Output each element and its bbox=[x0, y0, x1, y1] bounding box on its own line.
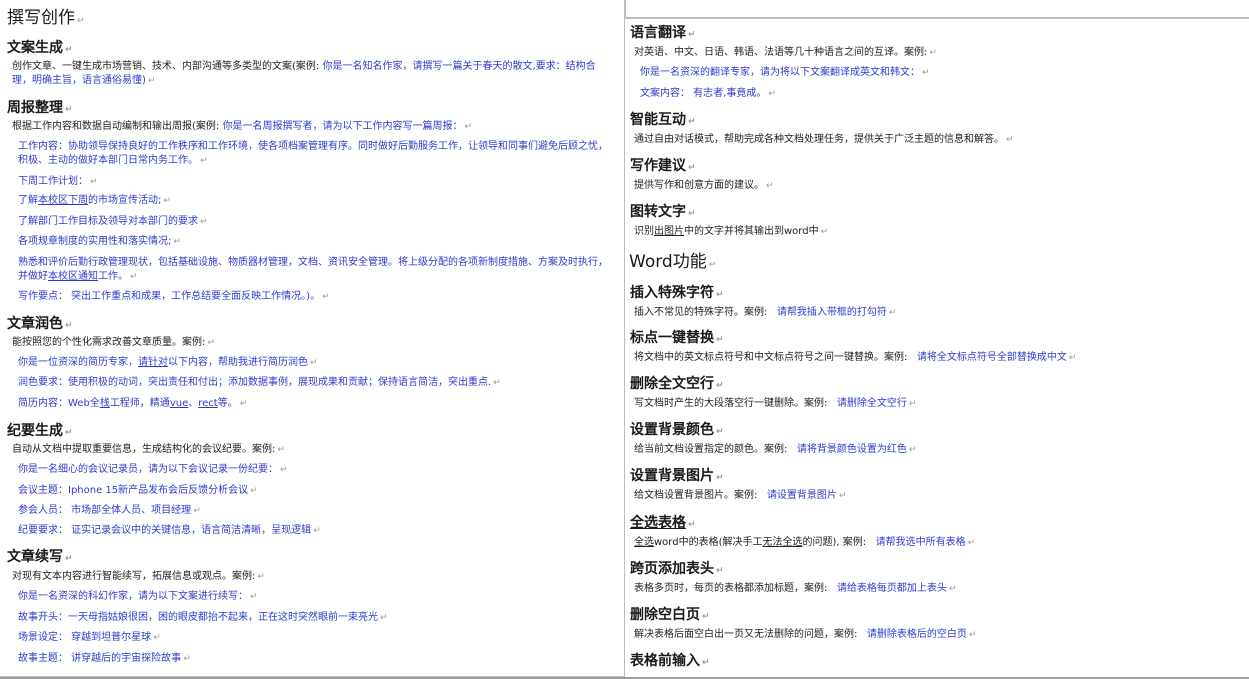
sec-translate-desc: 对英语、中文、日语、韩语、法语等几十种语言之间的互译。案例: ↵ bbox=[634, 47, 937, 58]
right-document-page: 语言翻译 ↵ 对英语、中文、日语、韩语、法语等几十种语言之间的互译。案例: ↵ 你是… bbox=[625, 18, 1249, 678]
sec-del-blank-page-title: 删除空白页 ↵ bbox=[630, 607, 710, 623]
sec-minutes-ex-4: 纪要要求： 证实记录会议中的关键信息，语言简洁清晰，呈现逻辑 ↵ bbox=[18, 525, 321, 536]
sec-punct-title: 标点一键替换 ↵ bbox=[630, 330, 724, 346]
sec-weekly-item-4: 熟悉和评价后勤行政管理现状，包括基础设施、物质器材管理，文档、资讯安全管理。将上… bbox=[18, 257, 608, 282]
sec-special-char-title: 插入特殊字符 ↵ bbox=[630, 285, 724, 301]
sec-del-empty-title: 删除全文空行 ↵ bbox=[630, 376, 724, 392]
sec-special-char-desc: 插入不常见的特殊字符。案例: 请帮我插入带框的打勾符 ↵ bbox=[634, 307, 897, 318]
sec-bg-image-desc: 给文档设置背景图片。案例: 请设置背景图片 ↵ bbox=[634, 490, 847, 501]
sec-weekly-plan: 下周工作计划： ↵ bbox=[18, 176, 98, 187]
sec-continue-ex-4: 故事主题： 讲穿越后的宇宙探险故事 ↵ bbox=[18, 653, 191, 664]
left-document-page: 撰写创作 ↵ 文案生成 ↵ 创作文章、一键生成市场营销、技术、内部沟通等多类型的文案… bbox=[0, 0, 625, 677]
sec-del-blank-page-desc: 解决表格后面空白出一页又无法删除的问题，案例: 请删除表格后的空白页 ↵ bbox=[634, 629, 977, 640]
sec-weekly-title: 周报整理 ↵ bbox=[7, 100, 73, 116]
sec-select-table-title: 全选表格 ↵ bbox=[630, 515, 696, 531]
sec-interact-desc: 通过自由对话模式，帮助完成各种文档处理任务，提供关于广泛主题的信息和解答。 ↵ bbox=[634, 134, 1014, 145]
sec-minutes-ex-3: 参会人员： 市场部全体人员、项目经理 ↵ bbox=[18, 505, 201, 516]
sec-weekly-work: 工作内容：协助领导保持良好的工作秩序和工作环境，使各项档案管理有序。同时做好后勤… bbox=[18, 141, 608, 166]
section-heading: 撰写创作 ↵ bbox=[7, 8, 85, 28]
sec-bg-color-title: 设置背景颜色 ↵ bbox=[630, 422, 724, 438]
sec-advice-desc: 提供写作和创意方面的建议。 ↵ bbox=[634, 180, 774, 191]
sec-translate-title: 语言翻译 ↵ bbox=[630, 25, 696, 41]
word-section-heading: Word功能 ↵ bbox=[629, 252, 717, 272]
sec-weekly-item-2: 了解部门工作目标及领导对本部门的要求 ↵ bbox=[18, 216, 208, 227]
sec-weekly-item-1: 了解本校区下周的市场宣传活动; ↵ bbox=[18, 195, 171, 206]
sec-polish-desc: 能按照您的个性化需求改善文章质量。案例: ↵ bbox=[12, 337, 215, 348]
sec-translate-ex-1: 你是一名资深的翻译专家，请为将以下文案翻译成英文和韩文： ↵ bbox=[640, 67, 930, 78]
sec-weekly-points: 写作要点： 突出工作重点和成果，工作总结要全面反映工作情况。)。 ↵ bbox=[18, 291, 330, 302]
sec-select-table-desc: 全选word中的表格(解决手工无法全选的问题), 案例: 请帮我选中所有表格 ↵ bbox=[634, 537, 976, 548]
sec-ocr-title: 图转文字 ↵ bbox=[630, 204, 696, 220]
sec-del-empty-desc: 写文档时产生的大段落空行一键删除。案例: 请删除全文空行 ↵ bbox=[634, 398, 917, 409]
sec-weekly-item-3: 各项规章制度的实用性和落实情况; ↵ bbox=[18, 236, 181, 247]
sec-copywriting-desc: 创作文章、一键生成市场营销、技术、内部沟通等多类型的文案(案例: 你是一名知名作… bbox=[12, 61, 596, 86]
sec-ocr-desc: 识别出图片中的文字并将其输出到word中 ↵ bbox=[634, 226, 829, 237]
sec-bg-color-desc: 给当前文档设置指定的颜色。案例: 请将背景颜色设置为红色 ↵ bbox=[634, 444, 917, 455]
sec-translate-ex-2: 文案内容： 有志者,事竟成。 ↵ bbox=[640, 88, 776, 99]
sec-continue-ex-1: 你是一名资深的科幻作家，请为以下文案进行续写： ↵ bbox=[18, 591, 258, 602]
sec-bg-image-title: 设置背景图片 ↵ bbox=[630, 468, 724, 484]
sec-polish-ex-1: 你是一位资深的简历专家，请针对以下内容，帮助我进行简历润色 ↵ bbox=[18, 357, 318, 368]
sec-polish-ex-3: 简历内容：Web全栈工程师，精通vue、rect等。 ↵ bbox=[18, 398, 248, 409]
sec-minutes-ex-1: 你是一名细心的会议记录员，请为以下会议记录一份纪要： ↵ bbox=[18, 464, 288, 475]
sec-minutes-title: 纪要生成 ↵ bbox=[7, 423, 73, 439]
sec-table-before-input-title: 表格前输入 ↵ bbox=[630, 653, 710, 669]
sec-continue-ex-3: 场景设定： 穿越到坦普尔星球 ↵ bbox=[18, 632, 161, 643]
page-top-strip bbox=[625, 0, 1249, 18]
sec-punct-desc: 将文档中的英文标点符号和中文标点符号之间一键替换。案例: 请将全文标点符号全部替… bbox=[634, 352, 1077, 363]
sec-polish-title: 文章润色 ↵ bbox=[7, 316, 73, 332]
sec-table-header-title: 跨页添加表头 ↵ bbox=[630, 561, 724, 577]
sec-continue-title: 文章续写 ↵ bbox=[7, 549, 73, 565]
sec-advice-title: 写作建议 ↵ bbox=[630, 158, 696, 174]
sec-copywriting-title: 文案生成 ↵ bbox=[7, 40, 73, 56]
sec-interact-title: 智能互动 ↵ bbox=[630, 112, 696, 128]
sec-table-header-desc: 表格多页时，每页的表格都添加标题，案例: 请给表格每页都加上表头 ↵ bbox=[634, 583, 957, 594]
sec-weekly-desc: 根据工作内容和数据自动编制和输出周报(案例: 你是一名周报撰写者，请为以下工作内… bbox=[12, 121, 473, 132]
sec-minutes-desc: 自动从文档中提取重要信息，生成结构化的会议纪要。案例: ↵ bbox=[12, 444, 285, 455]
sec-continue-desc: 对现有文本内容进行智能续写，拓展信息或观点。案例: ↵ bbox=[12, 571, 265, 582]
sec-minutes-ex-2: 会议主题：Iphone 15新产品发布会后反馈分析会议 ↵ bbox=[18, 485, 258, 496]
sec-polish-ex-2: 润色要求：使用积极的动词，突出责任和付出；添加数据事例，展现成果和贡献；保持语言… bbox=[18, 377, 501, 388]
sec-continue-ex-2: 故事开头：一天母指姑娘很困，困的眼皮都抬不起来，正在这时突然眼前一束亮光 ↵ bbox=[18, 612, 388, 623]
